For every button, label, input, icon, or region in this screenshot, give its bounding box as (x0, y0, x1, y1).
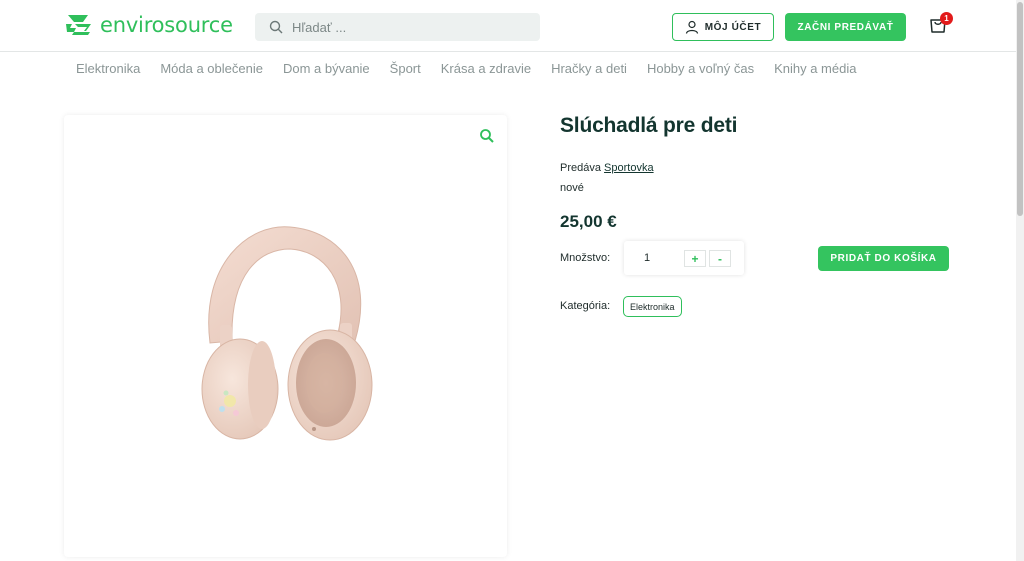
category-tag[interactable]: Elektronika (623, 296, 682, 317)
search-icon (269, 20, 283, 34)
nav-item-beauty[interactable]: Krása a zdravie (441, 61, 531, 76)
product-image-card (64, 115, 507, 557)
logo[interactable]: envirosource (64, 13, 233, 37)
quantity-input[interactable]: 1 (644, 252, 650, 264)
nav-item-books[interactable]: Knihy a média (774, 61, 856, 76)
product-condition: nové (560, 182, 584, 194)
quantity-stepper: 1 + - (624, 241, 744, 275)
nav-item-sport[interactable]: Šport (390, 61, 421, 76)
product-price: 25,00 € (560, 212, 617, 231)
my-account-label: MÔJ ÚČET (704, 21, 762, 33)
add-to-cart-label: PRIDAŤ DO KOŠÍKA (830, 253, 937, 264)
nav-item-hobby[interactable]: Hobby a voľný čas (647, 61, 754, 76)
cart-count-badge: 1 (940, 12, 953, 25)
quantity-label: Množstvo: (560, 252, 611, 264)
product-title: Slúchadlá pre deti (560, 114, 738, 137)
start-selling-label: ZAČNI PREDÁVAŤ (797, 21, 894, 33)
seller-link[interactable]: Sportovka (604, 162, 654, 174)
zoom-icon[interactable] (479, 128, 495, 144)
seller-line: Predáva Sportovka (560, 162, 654, 174)
page-scrollbar[interactable] (1016, 0, 1024, 561)
cart-button[interactable]: 1 (928, 12, 954, 38)
headphones-image[interactable] (190, 223, 380, 445)
seller-prefix: Predáva (560, 162, 601, 174)
start-selling-button[interactable]: ZAČNI PREDÁVAŤ (785, 13, 906, 41)
quantity-increase-button[interactable]: + (684, 250, 706, 267)
search-bar[interactable] (255, 13, 540, 41)
category-label: Kategória: (560, 300, 611, 312)
logo-icon (66, 15, 91, 35)
logo-text: envirosource (100, 13, 233, 37)
nav-item-electronics[interactable]: Elektronika (76, 61, 140, 76)
add-to-cart-button[interactable]: PRIDAŤ DO KOŠÍKA (818, 246, 949, 271)
nav-item-fashion[interactable]: Móda a oblečenie (160, 61, 263, 76)
category-nav: Elektronika Móda a oblečenie Dom a bývan… (66, 58, 866, 78)
my-account-button[interactable]: MÔJ ÚČET (672, 13, 774, 41)
quantity-decrease-button[interactable]: - (709, 250, 731, 267)
scrollbar-thumb[interactable] (1017, 2, 1023, 216)
search-input[interactable] (292, 19, 512, 35)
user-icon (685, 20, 698, 34)
site-header: envirosource MÔJ ÚČET ZAČNI PREDÁVAŤ 1 (0, 0, 1016, 52)
nav-item-home[interactable]: Dom a bývanie (283, 61, 370, 76)
nav-item-toys[interactable]: Hračky a deti (551, 61, 627, 76)
